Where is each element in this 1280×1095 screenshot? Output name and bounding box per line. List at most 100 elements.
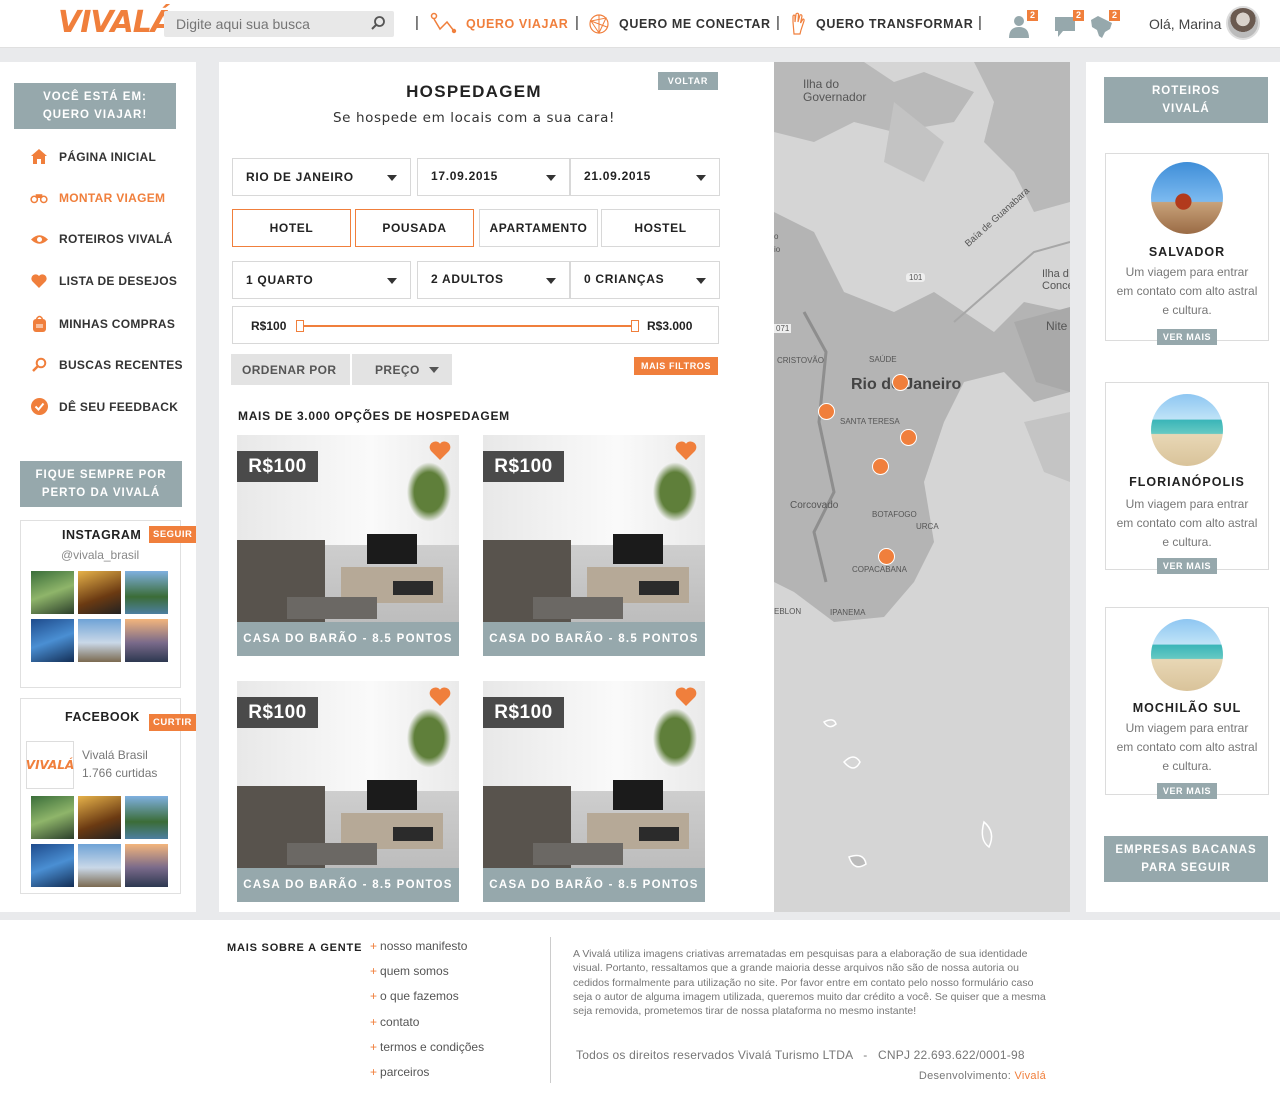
favorite-heart-icon[interactable] (675, 687, 697, 706)
vivala-logo[interactable]: VIVALÁ (58, 5, 174, 40)
search-box[interactable] (164, 11, 394, 37)
listing-name[interactable]: CASA DO BARÃO - 8.5 PONTOS (483, 622, 705, 656)
listing-card[interactable]: R$100 CASA DO BARÃO - 8.5 PONTOS (237, 435, 459, 656)
search-icon (31, 357, 46, 372)
roteiros-line-1: ROTEIROS (1151, 85, 1221, 97)
ver-mais-button[interactable]: VER MAIS (1157, 329, 1217, 345)
map-notification[interactable]: 2 (1088, 10, 1120, 40)
rooms-select[interactable]: 1 QUARTO (232, 261, 411, 299)
current-location-box: VOCÊ ESTÁ EM: QUERO VIAJAR! (14, 83, 176, 129)
sidebar-item-label: MINHAS COMPRAS (59, 316, 176, 331)
nav-quero-viajar[interactable]: QUERO VIAJAR (430, 0, 568, 48)
ver-mais-button[interactable]: VER MAIS (1157, 783, 1217, 799)
footer-link-o-que-fazemos[interactable]: + o que fazemos (370, 989, 484, 1014)
footer-dev-link[interactable]: Vivalá (1014, 1070, 1046, 1082)
trip-image-salvador[interactable] (1151, 162, 1223, 234)
listing-name[interactable]: CASA DO BARÃO - 8.5 PONTOS (483, 868, 705, 902)
instagram-photo[interactable] (125, 619, 168, 662)
map-pin[interactable] (818, 403, 835, 420)
chevron-down-icon (387, 278, 397, 284)
trip-description: Um viagem para entrar em contato com alt… (1116, 497, 1258, 549)
listing-card[interactable]: R$100 CASA DO BARÃO - 8.5 PONTOS (483, 681, 705, 902)
trip-card[interactable]: MOCHILÃO SUL Um viagem para entrar em co… (1105, 607, 1269, 799)
footer-link-contato[interactable]: + contato (370, 1015, 484, 1040)
facebook-page-logo[interactable]: VIVALÁ (26, 741, 74, 789)
roteiros-line-2: VIVALÁ (1162, 103, 1210, 115)
sidebar-item-minhas-compras[interactable]: MINHAS COMPRAS (30, 315, 175, 332)
instagram-follow-button[interactable]: SEGUIR (149, 526, 197, 543)
facebook-photo[interactable] (31, 844, 74, 887)
footer-link-termos[interactable]: + termos e condições (370, 1040, 484, 1065)
avatar[interactable] (1226, 6, 1260, 40)
friends-notification[interactable]: 2 (1006, 10, 1038, 40)
trip-image-florianopolis[interactable] (1151, 394, 1223, 466)
type-hotel-button[interactable]: HOTEL (232, 209, 351, 247)
messages-notification[interactable]: 2 (1052, 10, 1084, 40)
back-button[interactable]: VOLTAR (658, 72, 718, 90)
instagram-handle[interactable]: @vivala_brasil (61, 548, 139, 562)
footer-link-quem-somos[interactable]: + quem somos (370, 964, 484, 989)
map-label-saude: SAÚDE (869, 355, 897, 364)
price-range-track[interactable] (299, 325, 637, 327)
footer-links: + nosso manifesto + quem somos + o que faze… (370, 939, 484, 1090)
search-icon[interactable] (370, 15, 386, 31)
trip-description: Um viagem para entrar em contato com alt… (1116, 265, 1258, 317)
map-pin[interactable] (872, 458, 889, 475)
adults-select[interactable]: 2 ADULTOS (417, 261, 570, 299)
instagram-photo[interactable] (78, 571, 121, 614)
facebook-photo[interactable] (125, 796, 168, 839)
facebook-like-button[interactable]: CURTIR (149, 714, 196, 731)
facebook-photo[interactable] (31, 796, 74, 839)
empresas-bacanas-banner[interactable]: EMPRESAS BACANAS PARA SEGUIR (1104, 836, 1268, 882)
more-filters-button[interactable]: MAIS FILTROS (634, 357, 718, 375)
listing-name[interactable]: CASA DO BARÃO - 8.5 PONTOS (237, 868, 459, 902)
trip-card[interactable]: FLORIANÓPOLIS Um viagem para entrar em c… (1105, 382, 1269, 574)
roteiros-vivala-banner[interactable]: ROTEIROS VIVALÁ (1104, 77, 1268, 123)
user-greeting[interactable]: Olá, Marina (1149, 16, 1221, 32)
footer-link-manifesto[interactable]: + nosso manifesto (370, 939, 484, 964)
favorite-heart-icon[interactable] (429, 687, 451, 706)
price-range-slider[interactable]: R$100 R$3.000 (232, 306, 719, 344)
favorite-heart-icon[interactable] (429, 441, 451, 460)
listing-card[interactable]: R$100 CASA DO BARÃO - 8.5 PONTOS (483, 435, 705, 656)
listing-card[interactable]: R$100 CASA DO BARÃO - 8.5 PONTOS (237, 681, 459, 902)
type-pousada-button[interactable]: POUSADA (355, 209, 474, 247)
trip-card[interactable]: SALVADOR Um viagem para entrar em contat… (1105, 153, 1269, 345)
sidebar-item-roteiros[interactable]: ROTEIROS VIVALÁ (30, 232, 173, 246)
nav-quero-transformar[interactable]: QUERO TRANSFORMAR (788, 0, 973, 48)
instagram-photo[interactable] (31, 619, 74, 662)
instagram-photo[interactable] (78, 619, 121, 662)
type-apartamento-button[interactable]: APARTAMENTO (479, 209, 598, 247)
children-select[interactable]: 0 CRIANÇAS (570, 261, 720, 299)
sidebar-item-home[interactable]: PÁGINA INICIAL (30, 149, 156, 164)
trip-image-mochilao-sul[interactable] (1151, 619, 1223, 691)
sidebar-item-montar-viagem[interactable]: MONTAR VIAGEM (30, 191, 165, 205)
favorite-heart-icon[interactable] (675, 441, 697, 460)
nav-quero-conectar[interactable]: QUERO ME CONECTAR (587, 0, 771, 48)
checkin-select[interactable]: 17.09.2015 (417, 158, 570, 196)
price-max-handle[interactable] (631, 320, 639, 332)
sidebar-item-lista-desejos[interactable]: LISTA DE DESEJOS (30, 274, 177, 288)
footer-link-parceiros[interactable]: + parceiros (370, 1065, 484, 1090)
checkout-select[interactable]: 21.09.2015 (570, 158, 720, 196)
facebook-page-name[interactable]: Vivalá Brasil (82, 748, 148, 762)
facebook-photo[interactable] (78, 844, 121, 887)
sidebar-item-buscas-recentes[interactable]: BUSCAS RECENTES (30, 357, 183, 372)
instagram-photo[interactable] (31, 571, 74, 614)
facebook-photo[interactable] (125, 844, 168, 887)
price-min-handle[interactable] (296, 320, 304, 332)
instagram-photo[interactable] (125, 571, 168, 614)
map-pin[interactable] (878, 548, 895, 565)
type-hostel-button[interactable]: HOSTEL (601, 209, 720, 247)
map-pin[interactable] (900, 429, 917, 446)
map-pin[interactable] (892, 374, 909, 391)
listing-name[interactable]: CASA DO BARÃO - 8.5 PONTOS (237, 622, 459, 656)
facebook-photo[interactable] (78, 796, 121, 839)
map[interactable]: Ilha do Governador Baía de Guanabara Ilh… (774, 62, 1070, 912)
ver-mais-button[interactable]: VER MAIS (1157, 558, 1217, 574)
footer-divider (550, 937, 551, 1083)
search-input[interactable] (164, 11, 360, 37)
sort-select[interactable]: PREÇO (352, 354, 452, 385)
sidebar-item-feedback[interactable]: DÊ SEU FEEDBACK (30, 398, 178, 415)
city-select[interactable]: RIO DE JANEIRO (232, 158, 411, 196)
